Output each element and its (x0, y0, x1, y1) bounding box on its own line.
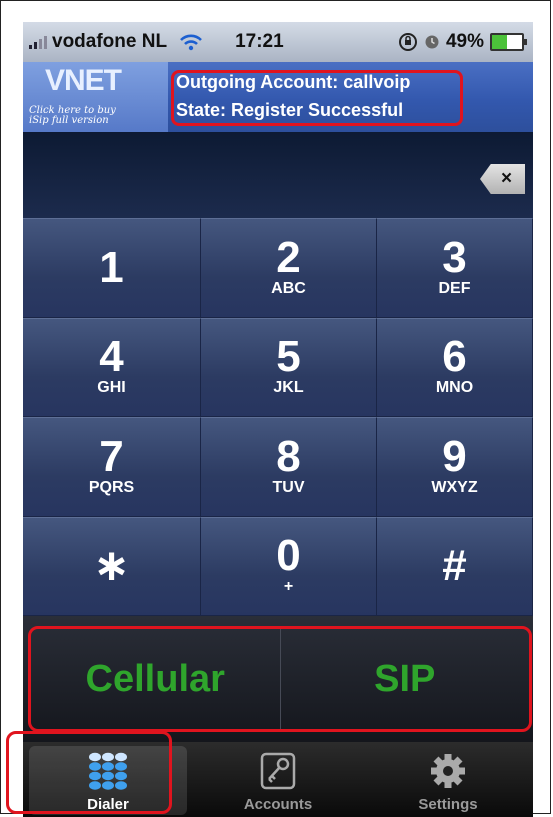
key-digit: ∗ (93, 541, 130, 591)
registration-state-label: State: Register Successful (176, 100, 404, 120)
backspace-icon: × (500, 168, 513, 189)
key-3[interactable]: 3 DEF (377, 218, 533, 318)
battery-percent: 49% (445, 31, 484, 52)
key-letters: MNO (435, 379, 474, 397)
clock-time: 17:21 (235, 31, 284, 52)
key-digit: 4 (99, 332, 124, 382)
key-digit: 6 (442, 332, 467, 382)
key-8[interactable]: 8 TUV (201, 417, 377, 517)
carrier-name: vodafone NL (52, 31, 168, 52)
buy-full-version-text: Click here to buy iSip full version (29, 105, 116, 126)
key-digit: 2 (276, 232, 301, 282)
dial-keypad: 1 2 ABC 3 DEF 4 GHI 5 JKL 6 MNO 7 PQRS 8 TUV 9 WXYZ ∗ 0 + # (23, 218, 533, 616)
key-2[interactable]: 2 ABC (201, 218, 377, 318)
tab-accounts[interactable]: Accounts (193, 742, 363, 817)
key-digit: 8 (276, 431, 301, 481)
signal-bars-icon (29, 35, 47, 49)
key-letters: TUV (272, 478, 305, 496)
key-letters: GHI (97, 379, 126, 397)
alarm-icon (425, 35, 439, 49)
gear-icon (431, 754, 465, 788)
key-1[interactable]: 1 (23, 218, 201, 318)
key-digit: 1 (99, 242, 124, 292)
wifi-icon (180, 34, 202, 51)
key-letters: + (283, 578, 294, 596)
key-5[interactable]: 5 JKL (201, 317, 377, 417)
backspace-button[interactable]: × (480, 164, 525, 194)
key-letters: DEF (438, 279, 471, 297)
key-9[interactable]: 9 WXYZ (377, 417, 533, 517)
key-0[interactable]: 0 + (201, 516, 377, 616)
outgoing-account-label: Outgoing Account: callvoip (176, 72, 411, 92)
tab-settings-label: Settings (418, 796, 478, 813)
key-digit: 5 (276, 332, 301, 382)
key-6[interactable]: 6 MNO (377, 317, 533, 417)
rotation-lock-icon (398, 33, 417, 51)
key-star[interactable]: ∗ (23, 516, 201, 616)
call-buttons-highlight: Cellular SIP (28, 626, 532, 732)
key-letters: JKL (273, 379, 304, 397)
key-digit: 7 (99, 431, 124, 481)
key-digit: 3 (442, 232, 467, 282)
key-7[interactable]: 7 PQRS (23, 417, 201, 517)
key-pound[interactable]: # (377, 516, 533, 616)
phone-screen: vodafone NL 17:21 49% VNET Click here to… (23, 22, 533, 817)
number-display: × (23, 132, 533, 218)
tab-settings[interactable]: Settings (363, 742, 533, 817)
key-digit: 9 (442, 431, 467, 481)
vnet-logo: VNET (45, 64, 122, 97)
tab-accounts-label: Accounts (243, 796, 313, 813)
screenshot-frame: vodafone NL 17:21 49% VNET Click here to… (0, 0, 551, 817)
cellular-call-button[interactable]: Cellular (31, 629, 280, 729)
key-letters: WXYZ (431, 478, 478, 496)
key-digit: 0 (276, 531, 301, 581)
key-4[interactable]: 4 GHI (23, 317, 201, 417)
dialer-tab-highlight (6, 731, 172, 814)
key-digit: # (442, 541, 467, 591)
key-letters: ABC (271, 279, 306, 297)
battery-icon (490, 33, 527, 51)
key-letters: PQRS (88, 478, 135, 496)
key-icon (260, 752, 296, 790)
account-header: VNET Click here to buy iSip full version… (23, 62, 533, 132)
status-bar: vodafone NL 17:21 49% (23, 22, 533, 62)
call-bar: Cellular SIP (23, 616, 533, 742)
sip-call-button[interactable]: SIP (279, 629, 530, 729)
buy-full-version-banner[interactable]: VNET Click here to buy iSip full version (23, 62, 168, 132)
